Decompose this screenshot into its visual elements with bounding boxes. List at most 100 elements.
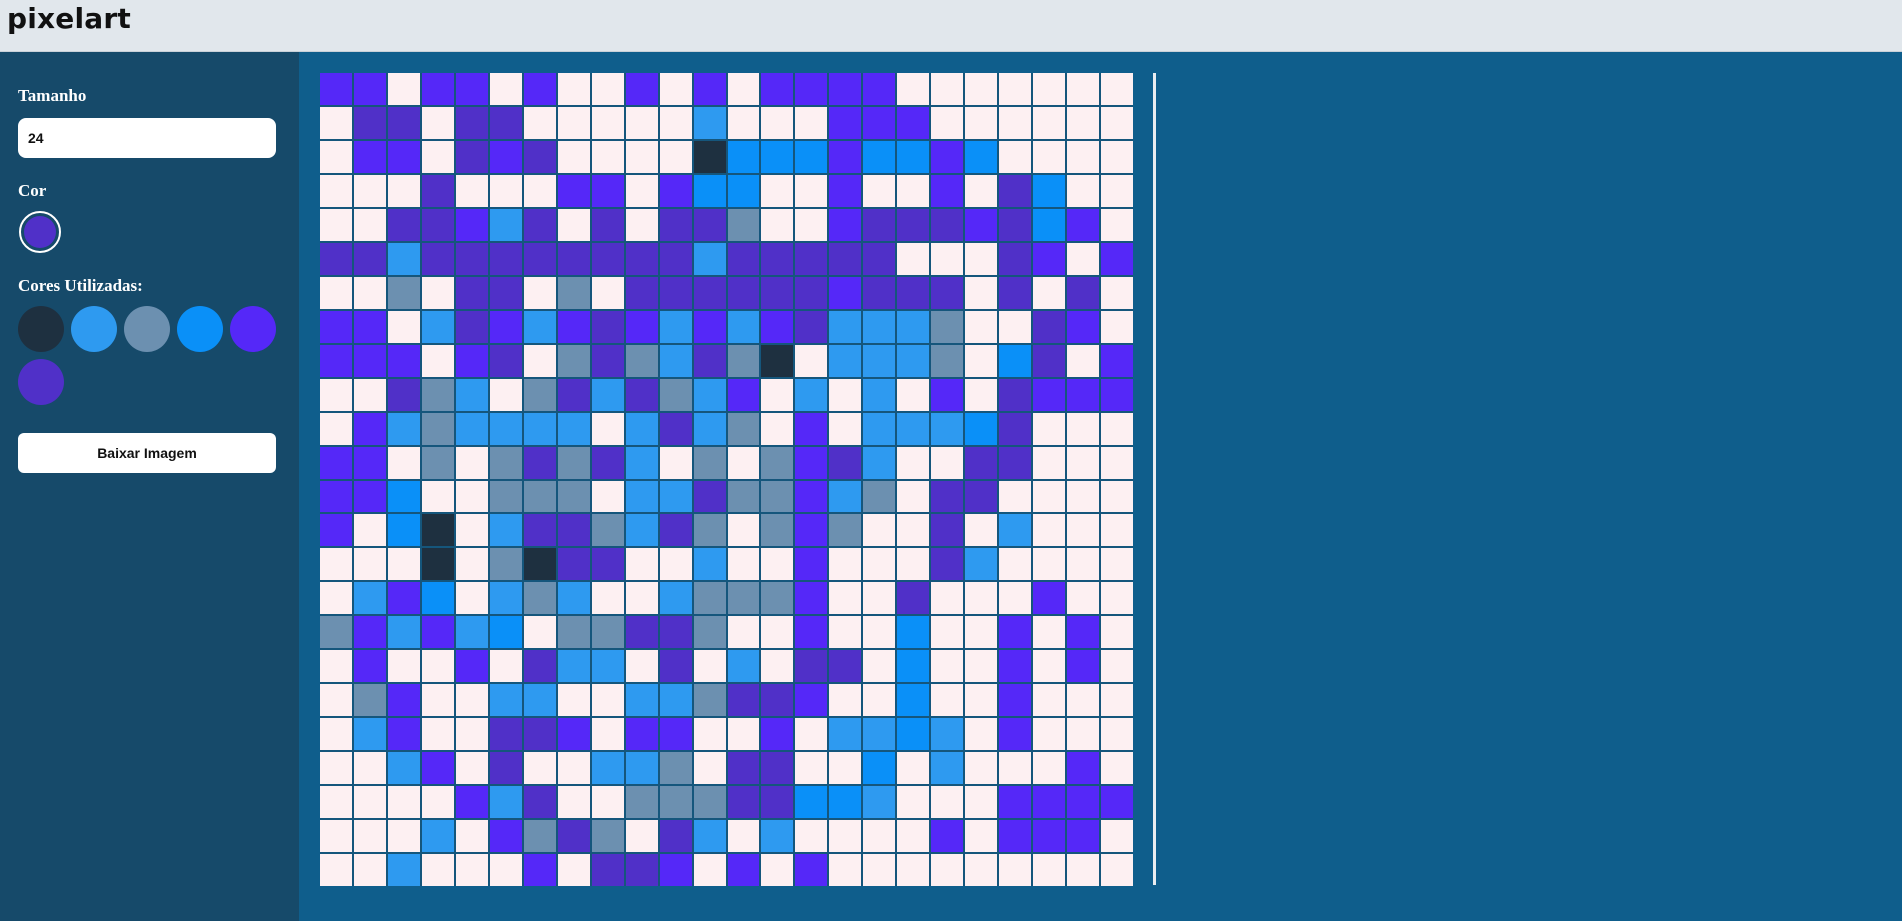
pixel-cell[interactable]	[421, 718, 454, 751]
size-input[interactable]	[18, 118, 276, 158]
pixel-cell[interactable]	[353, 786, 386, 819]
pixel-cell[interactable]	[1067, 242, 1100, 275]
pixel-cell[interactable]	[761, 446, 794, 479]
pixel-cell[interactable]	[965, 446, 998, 479]
pixel-cell[interactable]	[999, 378, 1032, 411]
pixel-cell[interactable]	[795, 752, 828, 785]
pixel-cell[interactable]	[829, 514, 862, 547]
pixel-cell[interactable]	[863, 480, 896, 513]
pixel-cell[interactable]	[557, 548, 590, 581]
pixel-cell[interactable]	[897, 786, 930, 819]
pixel-cell[interactable]	[931, 276, 964, 309]
pixel-cell[interactable]	[320, 582, 352, 615]
pixel-cell[interactable]	[421, 820, 454, 853]
pixel-cell[interactable]	[863, 140, 896, 173]
used-color-swatch[interactable]	[230, 306, 276, 352]
pixel-cell[interactable]	[965, 786, 998, 819]
pixel-cell[interactable]	[795, 514, 828, 547]
pixel-cell[interactable]	[1033, 514, 1066, 547]
pixel-cell[interactable]	[1101, 446, 1133, 479]
pixel-cell[interactable]	[591, 820, 624, 853]
pixel-cell[interactable]	[761, 582, 794, 615]
pixel-cell[interactable]	[761, 140, 794, 173]
pixel-cell[interactable]	[591, 718, 624, 751]
pixel-cell[interactable]	[829, 208, 862, 241]
pixel-cell[interactable]	[727, 344, 760, 377]
pixel-cell[interactable]	[1067, 582, 1100, 615]
pixel-cell[interactable]	[557, 854, 590, 886]
pixel-cell[interactable]	[353, 820, 386, 853]
pixel-cell[interactable]	[829, 106, 862, 139]
pixel-cell[interactable]	[591, 854, 624, 886]
pixel-cell[interactable]	[965, 140, 998, 173]
pixel-cell[interactable]	[965, 514, 998, 547]
pixel-cell[interactable]	[931, 412, 964, 445]
pixel-cell[interactable]	[320, 174, 352, 207]
pixel-cell[interactable]	[795, 344, 828, 377]
pixel-cell[interactable]	[1067, 480, 1100, 513]
pixel-cell[interactable]	[965, 276, 998, 309]
pixel-cell[interactable]	[931, 752, 964, 785]
pixel-cell[interactable]	[795, 582, 828, 615]
pixel-cell[interactable]	[863, 412, 896, 445]
pixel-cell[interactable]	[421, 344, 454, 377]
pixel-cell[interactable]	[659, 310, 692, 343]
pixel-cell[interactable]	[795, 73, 828, 105]
pixel-cell[interactable]	[897, 718, 930, 751]
pixel-cell[interactable]	[557, 208, 590, 241]
pixel-cell[interactable]	[795, 242, 828, 275]
pixel-cell[interactable]	[761, 276, 794, 309]
pixel-cell[interactable]	[523, 446, 556, 479]
pixel-cell[interactable]	[557, 616, 590, 649]
pixel-cell[interactable]	[489, 208, 522, 241]
pixel-cell[interactable]	[931, 854, 964, 886]
pixel-cell[interactable]	[1067, 854, 1100, 886]
pixel-cell[interactable]	[965, 344, 998, 377]
pixel-cell[interactable]	[523, 582, 556, 615]
pixel-cell[interactable]	[897, 106, 930, 139]
pixel-cell[interactable]	[455, 684, 488, 717]
pixel-cell[interactable]	[421, 650, 454, 683]
pixel-cell[interactable]	[965, 174, 998, 207]
pixel-cell[interactable]	[1033, 140, 1066, 173]
pixel-cell[interactable]	[693, 310, 726, 343]
pixel-cell[interactable]	[523, 854, 556, 886]
pixel-cell[interactable]	[1101, 684, 1133, 717]
pixel-cell[interactable]	[659, 616, 692, 649]
pixel-cell[interactable]	[489, 786, 522, 819]
pixel-cell[interactable]	[795, 480, 828, 513]
pixel-cell[interactable]	[999, 582, 1032, 615]
pixel-cell[interactable]	[1033, 480, 1066, 513]
pixel-cell[interactable]	[523, 480, 556, 513]
pixel-cell[interactable]	[557, 684, 590, 717]
pixel-cell[interactable]	[659, 582, 692, 615]
pixel-cell[interactable]	[591, 514, 624, 547]
pixel-cell[interactable]	[353, 480, 386, 513]
pixel-cell[interactable]	[829, 854, 862, 886]
pixel-cell[interactable]	[320, 616, 352, 649]
pixel-cell[interactable]	[727, 752, 760, 785]
pixel-cell[interactable]	[659, 208, 692, 241]
pixel-cell[interactable]	[421, 378, 454, 411]
pixel-cell[interactable]	[455, 106, 488, 139]
pixel-cell[interactable]	[795, 378, 828, 411]
pixel-cell[interactable]	[761, 548, 794, 581]
pixel-cell[interactable]	[1067, 446, 1100, 479]
pixel-cell[interactable]	[829, 378, 862, 411]
pixel-cell[interactable]	[557, 820, 590, 853]
pixel-cell[interactable]	[659, 786, 692, 819]
pixel-cell[interactable]	[421, 480, 454, 513]
pixel-cell[interactable]	[999, 650, 1032, 683]
pixel-cell[interactable]	[557, 276, 590, 309]
pixel-cell[interactable]	[727, 480, 760, 513]
pixel-cell[interactable]	[965, 480, 998, 513]
pixel-cell[interactable]	[693, 514, 726, 547]
pixel-cell[interactable]	[320, 242, 352, 275]
pixel-cell[interactable]	[421, 514, 454, 547]
pixel-cell[interactable]	[489, 310, 522, 343]
pixel-cell[interactable]	[591, 378, 624, 411]
pixel-cell[interactable]	[320, 310, 352, 343]
pixel-cell[interactable]	[557, 344, 590, 377]
pixel-cell[interactable]	[421, 242, 454, 275]
pixel-cell[interactable]	[659, 276, 692, 309]
